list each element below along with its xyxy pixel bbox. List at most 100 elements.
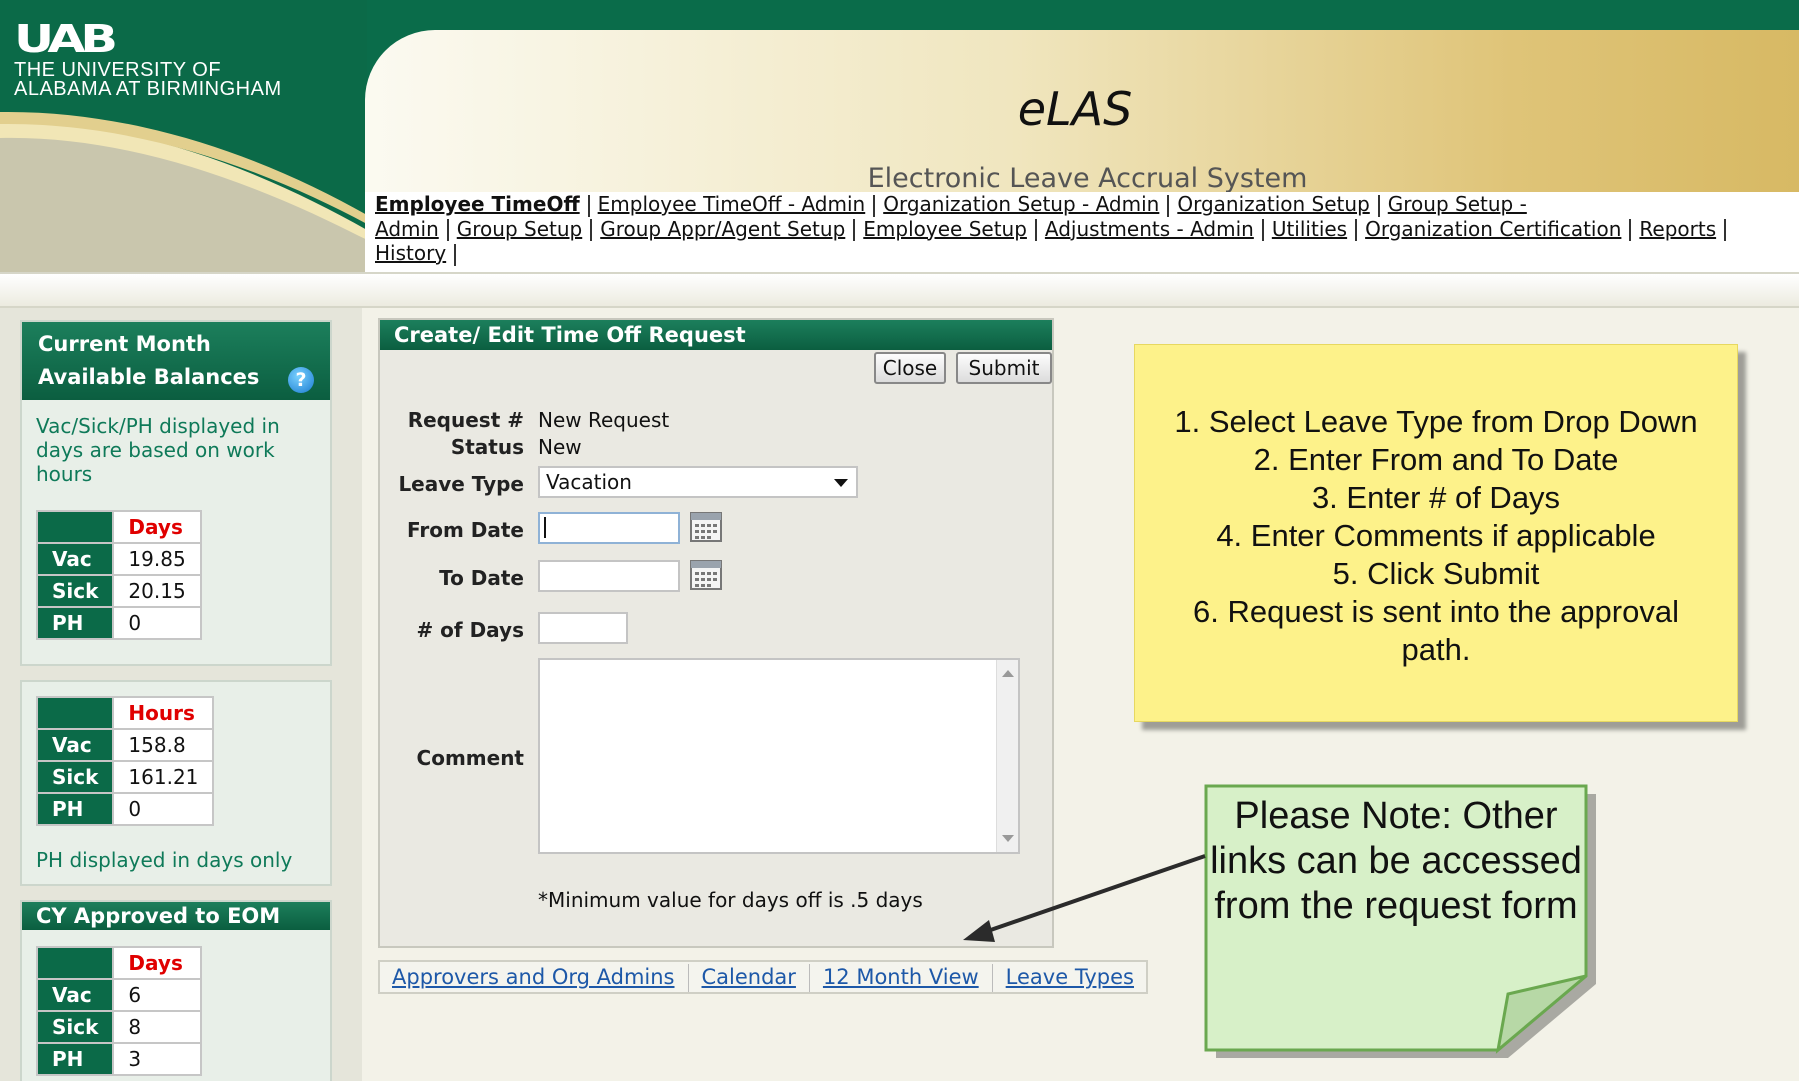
to-date-label: To Date: [439, 566, 524, 590]
nav-group-setup-admin-part2[interactable]: Admin: [375, 217, 439, 241]
table-row: Vac 158.8: [35, 728, 215, 762]
row-value: 161.21: [112, 760, 215, 794]
calendar-icon[interactable]: [690, 512, 722, 542]
nav-organization-certification[interactable]: Organization Certification: [1365, 217, 1621, 241]
table-row: PH 0: [35, 792, 215, 826]
comment-scrollbar[interactable]: [996, 660, 1018, 852]
hours-balance-table: Hours Vac 158.8 Sick 161.21 PH 0: [35, 696, 215, 826]
nav-group-appr-agent-setup[interactable]: Group Appr/Agent Setup: [600, 217, 845, 241]
form-title: Create/ Edit Time Off Request: [380, 320, 1052, 350]
link-12-month-view[interactable]: 12 Month View: [823, 965, 979, 989]
panel-title-line1: Current Month: [38, 332, 211, 356]
link-approvers-org-admins[interactable]: Approvers and Org Admins: [392, 965, 675, 989]
nav-separator: [1034, 219, 1037, 241]
ph-days-note: PH displayed in days only: [36, 848, 293, 872]
instruction-item: 6. Request is sent into the approval pat…: [1193, 594, 1679, 667]
nav-separator: [1629, 219, 1632, 241]
comment-textarea[interactable]: [538, 658, 1020, 854]
instruction-item: 1. Select Leave Type from Drop Down: [1174, 404, 1698, 439]
leave-type-label: Leave Type: [398, 472, 524, 496]
from-date-label: From Date: [406, 518, 524, 542]
table-header-row: Days: [35, 510, 203, 544]
arrow-icon: [963, 854, 1206, 942]
nav-separator: [587, 194, 590, 217]
link-separator: [808, 964, 810, 992]
panel-title-line2: Available Balances: [38, 365, 260, 389]
minimum-days-note: *Minimum value for days off is .5 days: [538, 888, 923, 912]
days-balance-table: Days Vac 19.85 Sick 20.15 PH 0: [35, 510, 203, 640]
request-number-label: Request #: [407, 408, 524, 432]
nav-separator: [1261, 219, 1264, 241]
balances-note: Vac/Sick/PH displayed in days are based …: [36, 414, 280, 486]
row-label: PH: [35, 606, 115, 640]
link-separator: [991, 964, 993, 992]
nav-organization-setup[interactable]: Organization Setup: [1177, 192, 1369, 216]
row-label: PH: [35, 1042, 115, 1076]
from-date-input[interactable]: [538, 512, 680, 544]
nav-separator: [1355, 219, 1358, 241]
row-label: Sick: [35, 1010, 115, 1044]
logo-swoosh-graphic: [0, 111, 367, 272]
time-off-request-form: Create/ Edit Time Off Request Close Subm…: [378, 318, 1054, 948]
table-row: Sick 20.15: [35, 574, 203, 608]
nav-employee-setup[interactable]: Employee Setup: [863, 217, 1027, 241]
nav-separator: [590, 219, 593, 241]
table-header: Days: [112, 946, 203, 980]
nav-area: Employee TimeOff Employee TimeOff - Admin…: [365, 192, 1799, 272]
table-header-row: Hours: [35, 696, 215, 730]
table-corner: [35, 510, 115, 544]
close-button[interactable]: Close: [874, 352, 946, 384]
instruction-item: 4. Enter Comments if applicable: [1216, 518, 1656, 553]
instructions-callout: 1. Select Leave Type from Drop Down 2. E…: [1134, 344, 1738, 722]
available-balances-panel: Current Month Available Balances ? Vac/S…: [20, 320, 332, 666]
table-corner: [35, 696, 115, 730]
help-icon[interactable]: ?: [288, 367, 314, 393]
nav-separator: [446, 219, 449, 241]
link-leave-types[interactable]: Leave Types: [1006, 965, 1134, 989]
nav-group-setup[interactable]: Group Setup: [457, 217, 582, 241]
uab-logo[interactable]: UAB THE UNIVERSITY OF ALABAMA AT BIRMING…: [0, 0, 367, 272]
nav-adjustments-admin[interactable]: Adjustments - Admin: [1045, 217, 1254, 241]
note-callout: Please Note: Other links can be accessed…: [1204, 784, 1596, 1058]
row-value: 20.15: [112, 574, 203, 608]
instruction-item: 5. Click Submit: [1332, 556, 1540, 591]
days-input[interactable]: [538, 612, 628, 644]
form-links-bar: Approvers and Org Admins Calendar 12 Month…: [378, 960, 1148, 994]
nav-history[interactable]: History: [375, 241, 446, 265]
row-value: 0: [112, 606, 203, 640]
scroll-down-icon[interactable]: [1002, 835, 1014, 842]
app-banner: eLAS Electronic Leave Accrual System: [365, 30, 1799, 194]
nav-organization-setup-admin[interactable]: Organization Setup - Admin: [883, 192, 1159, 216]
nav-reports[interactable]: Reports: [1639, 217, 1716, 241]
balances-sidebar: Current Month Available Balances ? Vac/S…: [0, 308, 362, 1081]
link-calendar[interactable]: Calendar: [702, 965, 796, 989]
row-label: PH: [35, 792, 115, 826]
row-label: Vac: [35, 542, 115, 576]
table-header: Days: [112, 510, 203, 544]
row-value: 3: [112, 1042, 203, 1076]
nav-employee-timeoff[interactable]: Employee TimeOff: [375, 192, 580, 216]
row-value: 6: [112, 978, 203, 1012]
nav-bottom-strip: [0, 272, 1799, 308]
hours-balances-panel: Hours Vac 158.8 Sick 161.21 PH 0 PH disp…: [20, 680, 332, 886]
calendar-icon[interactable]: [690, 560, 722, 590]
comment-label: Comment: [416, 746, 524, 770]
table-row: PH 3: [35, 1042, 203, 1076]
note-callout-text: Please Note: Other links can be accessed…: [1210, 795, 1582, 927]
to-date-input[interactable]: [538, 560, 680, 592]
leave-type-select[interactable]: Vacation: [538, 466, 858, 498]
nav-employee-timeoff-admin[interactable]: Employee TimeOff - Admin: [598, 192, 866, 216]
nav-utilities[interactable]: Utilities: [1272, 217, 1347, 241]
app-title: eLAS: [1017, 82, 1133, 136]
dropdown-caret-icon: [834, 479, 848, 487]
nav-group-setup-admin-part1[interactable]: Group Setup -: [1388, 192, 1527, 216]
status-value: New: [538, 435, 582, 459]
text-cursor: [544, 517, 546, 538]
table-row: Vac 6: [35, 978, 203, 1012]
table-row: Vac 19.85: [35, 542, 203, 576]
scroll-up-icon[interactable]: [1002, 670, 1014, 677]
row-value: 0: [112, 792, 215, 826]
submit-button[interactable]: Submit: [956, 352, 1052, 384]
nav-separator: [1377, 194, 1380, 217]
nav-separator: [1167, 194, 1170, 217]
